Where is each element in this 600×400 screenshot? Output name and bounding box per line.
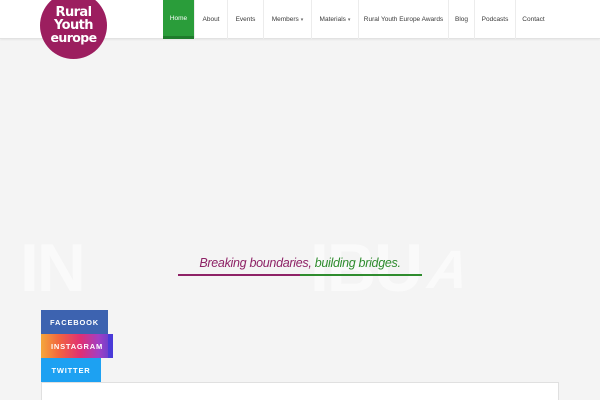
twitter-button[interactable]: TWITTER (41, 358, 101, 382)
chevron-down-icon: ▾ (300, 16, 304, 23)
nav-item-materials[interactable]: Materials ▾ (311, 0, 358, 39)
instagram-label: INSTAGRAM (50, 341, 104, 351)
facebook-button[interactable]: FACEBOOK (41, 310, 108, 334)
twitter-label: TWITTER (51, 365, 91, 375)
nav-item-label: Rural Youth Europe Awards (363, 16, 444, 23)
nav-item-awards[interactable]: Rural Youth Europe Awards (358, 0, 448, 39)
nav-item-label: Events (235, 16, 256, 23)
nav-item-contact[interactable]: Contact (515, 0, 551, 39)
nav-item-about[interactable]: About (194, 0, 227, 39)
facebook-label: FACEBOOK (50, 317, 99, 327)
nav-item-podcasts[interactable]: Podcasts (474, 0, 515, 39)
tagline-part-2: building bridges. (314, 256, 401, 270)
chevron-down-icon: ▾ (347, 16, 351, 23)
background-decoration: A (420, 240, 477, 300)
content-card (41, 382, 559, 400)
tagline-part-1: Breaking boundaries, (199, 256, 312, 270)
nav-item-events[interactable]: Events (227, 0, 263, 39)
nav-item-blog[interactable]: Blog (448, 0, 474, 39)
nav-item-label: Materials (319, 16, 346, 23)
hero-tagline: Breaking boundaries, building bridges. (0, 256, 600, 270)
nav-item-label: Home (169, 14, 188, 22)
nav-item-home[interactable]: Home (163, 0, 194, 39)
tagline-underline-purple (178, 274, 300, 276)
tagline-underline-green (300, 274, 422, 276)
logo-text-line: europe (50, 30, 98, 45)
nav-item-members[interactable]: Members ▾ (263, 0, 311, 39)
nav-item-label: Podcasts (481, 16, 509, 23)
nav-item-label: About (202, 16, 220, 23)
nav-item-label: Members (271, 16, 299, 23)
nav-item-label: Contact (522, 16, 545, 23)
instagram-button[interactable]: INSTAGRAM (41, 334, 113, 358)
nav-item-label: Blog (454, 16, 468, 23)
main-nav: Home About Events Members ▾ Materials ▾ … (163, 0, 551, 39)
instagram-button-edge (108, 334, 113, 358)
